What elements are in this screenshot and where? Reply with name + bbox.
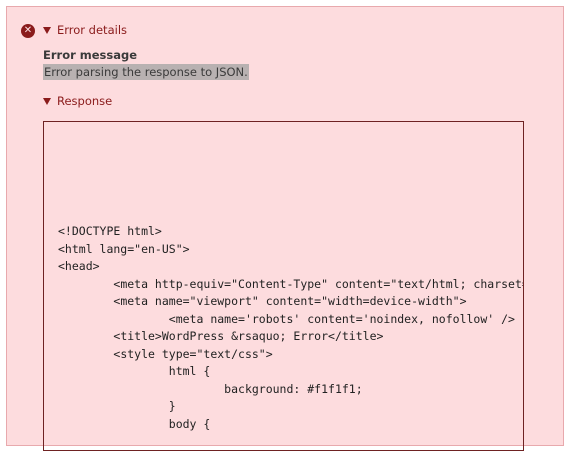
triangle-down-icon — [43, 97, 51, 105]
error-x-icon: ✕ — [21, 24, 35, 38]
error-message-label: Error message — [43, 48, 138, 62]
response-code: <!DOCTYPE html> <html lang="en-US"> <hea… — [58, 223, 523, 433]
error-details-label: Error details — [57, 23, 127, 37]
response-code-line: html { — [58, 364, 211, 378]
response-code-line: body { — [58, 416, 211, 431]
triangle-down-icon — [43, 26, 51, 34]
response-code-line: <title>WordPress &rsaquo; Error</title> — [58, 329, 384, 343]
response-code-line: <style type="text/css"> — [58, 346, 273, 361]
response-code-line: <meta name="viewport" content="width=dev… — [58, 294, 467, 308]
response-code-line: <head> — [58, 259, 100, 273]
response-code-line: <!DOCTYPE html> — [58, 224, 162, 238]
response-label: Response — [57, 94, 113, 108]
response-code-line: <html lang="en-US"> — [58, 241, 190, 256]
response-code-line: <meta http-equiv="Content-Type" content=… — [113, 276, 523, 291]
response-content-box[interactable]: <!DOCTYPE html> <html lang="en-US"> <hea… — [43, 121, 524, 451]
response-toggle[interactable]: Response — [43, 94, 112, 108]
error-details-toggle[interactable]: Error details — [43, 23, 127, 37]
response-code-line: <meta name='robots' content='noindex, no… — [58, 311, 515, 326]
error-message-text: Error parsing the response to JSON. — [43, 64, 249, 80]
response-code-line: } — [58, 399, 176, 413]
response-code-line: background: #f1f1f1; — [58, 381, 363, 396]
